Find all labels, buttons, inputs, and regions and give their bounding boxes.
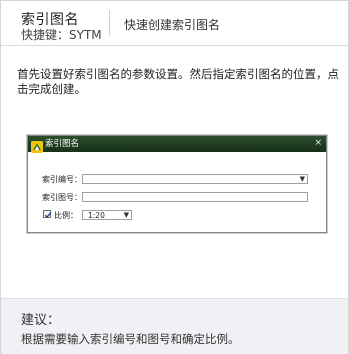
scale-checkbox[interactable] bbox=[43, 210, 52, 218]
index-drawing-input[interactable] bbox=[82, 192, 308, 202]
chevron-down-icon: ▼ bbox=[123, 211, 129, 219]
advice-title: 建议： bbox=[21, 313, 61, 328]
command-header: 索引图名 快捷键：SYTM 快速创建索引图名 bbox=[1, 1, 348, 46]
index-number-label: 索引编号： bbox=[42, 175, 82, 184]
scale-label: 比例： bbox=[54, 211, 78, 220]
help-panel: 索引图名 快捷键：SYTM 快速创建索引图名 首先设置好索引图名的参数设置。然后… bbox=[0, 0, 349, 354]
header-divider bbox=[109, 10, 110, 36]
dialog-title: 索引图名 bbox=[45, 139, 80, 149]
index-number-dropdown[interactable]: ▼ bbox=[82, 174, 308, 184]
advice-text: 根据需要输入索引编号和图号和确定比例。 bbox=[21, 332, 240, 346]
scale-value: 1:20 bbox=[88, 211, 105, 220]
index-name-dialog-preview: 索引图名 × 索引编号： ▼ 索引图号： 比例： 1:20 ▼ bbox=[27, 135, 327, 233]
scale-dropdown[interactable]: 1:20 ▼ bbox=[82, 210, 132, 220]
dialog-titlebar: 索引图名 × bbox=[28, 136, 326, 153]
index-drawing-label: 索引图号： bbox=[42, 193, 82, 202]
close-icon[interactable]: × bbox=[314, 137, 322, 149]
chevron-down-icon: ▼ bbox=[299, 175, 305, 183]
command-shortcut: 快捷键：SYTM bbox=[21, 28, 102, 42]
checkmark-icon bbox=[44, 212, 52, 218]
advice-section: 建议： 根据需要输入索引编号和图号和确定比例。 bbox=[1, 298, 348, 354]
command-description: 快速创建索引图名 bbox=[124, 18, 221, 32]
intro-text: 首先设置好索引图名的参数设置。然后指定索引图名的位置，点击完成创建。 bbox=[17, 67, 339, 96]
app-logo-icon bbox=[31, 138, 43, 153]
